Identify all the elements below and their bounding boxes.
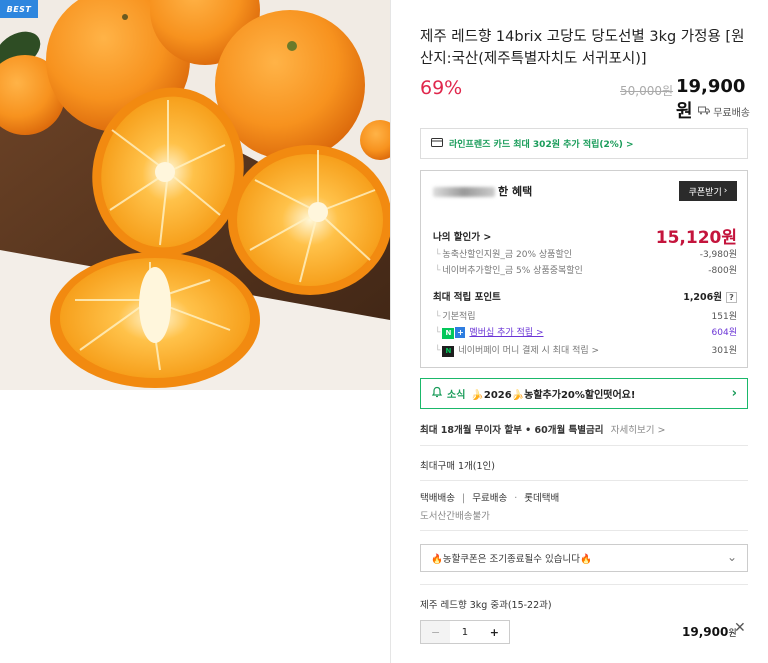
installment-text: 최대 18개월 무이자 할부 • 60개월 특별금리 — [420, 425, 604, 436]
coupon-select-dropdown[interactable]: 🔥농할쿠폰은 조기종료될수 있습니다🔥 ⌄ — [420, 544, 748, 572]
news-label: 소식 — [447, 390, 466, 401]
original-price: 50,000원 — [620, 84, 674, 98]
naver-pay-icon: N — [442, 345, 455, 357]
chevron-right-icon: › — [723, 186, 728, 196]
benefit-panel: 한 혜택 쿠폰받기› 나의 할인가 > 15,120원 농축산할인지원_금 20… — [420, 170, 748, 368]
truck-icon — [698, 106, 711, 118]
npay-points-row[interactable]: N네이버페이 머니 결제 시 최대 적립 > 301원 — [433, 343, 737, 357]
discount-row: 농축산할인지원_금 20% 상품할인 -3,980원 — [433, 247, 737, 260]
basic-points-value: 151원 — [711, 312, 737, 322]
quantity-stepper[interactable]: − 1 + — [420, 620, 510, 644]
plus-icon: + — [455, 327, 466, 338]
close-icon[interactable]: ✕ — [734, 620, 746, 636]
max-points-value: 1,206원 — [683, 292, 722, 303]
my-discount-label: 나의 할인가 > — [433, 231, 492, 243]
selected-option-name: 제주 레드향 3kg 중과(15-22과) — [420, 600, 552, 611]
npay-points-label[interactable]: 네이버페이 머니 결제 시 최대 적립 > — [458, 346, 599, 356]
max-points-label: 최대 적립 포인트 — [433, 292, 501, 303]
divider — [420, 584, 748, 585]
chevron-right-icon: › — [731, 386, 737, 401]
basic-points-label: 기본적립 — [433, 309, 475, 322]
help-icon[interactable]: ? — [726, 292, 737, 303]
news-text: 🍌2026🍌농할추가20%할인떳어요! — [471, 390, 636, 401]
membership-points-value: 604원 — [711, 328, 737, 339]
shipping-info: 무료배송 — [698, 104, 750, 119]
basic-points-row: 기본적립 151원 — [433, 309, 737, 322]
coupon-select-value: 🔥농할쿠폰은 조기종료될수 있습니다🔥 — [431, 554, 592, 565]
max-purchase: 최대구매 1개(1인) — [420, 461, 495, 472]
my-discount-price: 15,120원 — [655, 228, 737, 248]
credit-card-icon — [431, 137, 443, 150]
discount-row: 네이버추가할인_금 5% 상품중복할인 -800원 — [433, 263, 737, 276]
delivery-restriction: 도서산간배송불가 — [420, 511, 490, 522]
card-promo-text: 라인프렌즈 카드 최대 302원 추가 적립(2%) > — [449, 140, 634, 150]
npay-points-value: 301원 — [711, 346, 737, 357]
increase-button[interactable]: + — [480, 621, 509, 643]
quantity-value[interactable]: 1 — [450, 627, 479, 638]
coupon-download-button[interactable]: 쿠폰받기 › — [679, 181, 737, 201]
details-link[interactable]: 자세히보기 > — [611, 425, 666, 436]
naver-n-icon: N — [442, 327, 455, 339]
pane-divider — [390, 0, 391, 663]
divider — [420, 480, 748, 481]
shipping-label: 무료배송 — [713, 108, 750, 119]
divider — [420, 530, 748, 531]
benefit-title: 한 혜택 — [433, 183, 532, 199]
best-badge: BEST — [0, 0, 38, 18]
blurred-text — [433, 187, 495, 197]
bell-icon — [431, 386, 443, 401]
chevron-down-icon: ⌄ — [726, 550, 737, 564]
delivery-info: 택배배송 | 무료배송 · 롯데택배 — [420, 493, 560, 504]
discount-value: -800원 — [708, 266, 737, 276]
installment-info: 최대 18개월 무이자 할부 • 60개월 특별금리 자세히보기 > — [420, 422, 748, 436]
discount-label: 네이버추가할인_금 5% 상품중복할인 — [433, 263, 582, 276]
news-banner[interactable]: 소식 🍌2026🍌농할추가20%할인떳어요! › — [420, 378, 748, 409]
option-price: 19,900원 — [682, 625, 737, 639]
membership-points-row[interactable]: N+멤버십 추가 적립 > 604원 — [433, 325, 737, 339]
my-discount-row[interactable]: 나의 할인가 > 15,120원 — [433, 223, 737, 248]
membership-points-link[interactable]: 멤버십 추가 적립 > — [469, 328, 543, 338]
divider — [420, 445, 748, 446]
product-image[interactable]: BEST — [0, 0, 390, 390]
discount-rate: 69% — [420, 77, 463, 99]
card-promo-banner[interactable]: 라인프렌즈 카드 최대 302원 추가 적립(2%) > — [420, 128, 748, 159]
product-title: 제주 레드향 14brix 고당도 당도선별 3kg 가정용 [원산지:국산(제… — [420, 29, 745, 67]
decrease-button[interactable]: − — [421, 621, 451, 643]
tangerines-photo — [0, 0, 390, 390]
max-points-row: 최대 적립 포인트 1,206원? — [433, 289, 737, 303]
discount-value: -3,980원 — [699, 250, 737, 260]
discount-label: 농축산할인지원_금 20% 상품할인 — [433, 247, 572, 260]
